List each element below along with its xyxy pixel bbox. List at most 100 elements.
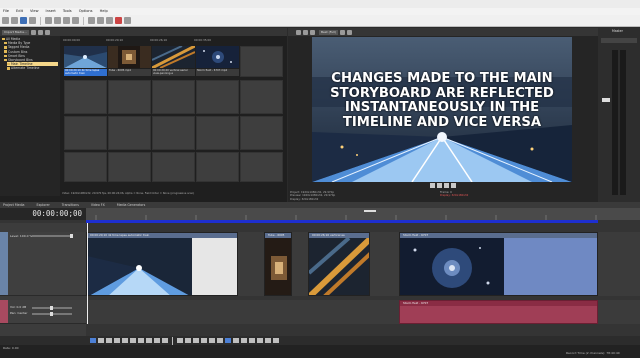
video-clip[interactable]: Tube - 6005 xyxy=(264,232,292,296)
menu-help[interactable]: Help xyxy=(100,8,108,15)
storyboard-clip[interactable]: 00:00:20;10 4k time lapse automatic trai… xyxy=(64,46,107,77)
volume-slider[interactable] xyxy=(32,306,72,310)
master-label: Master xyxy=(612,29,623,33)
timeline-ruler[interactable] xyxy=(86,208,640,220)
selection-tool-icon[interactable] xyxy=(193,338,199,343)
pan-slider[interactable] xyxy=(32,312,72,316)
loop-playback-icon[interactable] xyxy=(98,338,104,343)
undo-icon[interactable] xyxy=(88,17,95,24)
clip-title: Storm field - 6707 xyxy=(400,301,597,306)
ignore-grouping-icon[interactable] xyxy=(257,338,263,343)
paste-icon[interactable] xyxy=(63,17,70,24)
level-meter-left xyxy=(612,50,618,195)
snapping-icon[interactable] xyxy=(225,338,231,343)
stop-icon[interactable] xyxy=(444,183,449,188)
tree-item[interactable]: Alternate Timeline xyxy=(2,66,58,70)
preview-quality-select[interactable]: Best (Full) xyxy=(319,29,339,35)
marker-icon[interactable] xyxy=(265,338,271,343)
slider-knob[interactable] xyxy=(50,312,53,316)
properties-icon[interactable] xyxy=(37,29,43,35)
empty-slot xyxy=(240,80,283,114)
go-to-start-icon[interactable] xyxy=(138,338,144,343)
master-bus-panel: Master xyxy=(598,28,640,202)
storyboard-clip[interactable]: Tube - 6005.mp4 xyxy=(108,46,151,77)
preview-video: CHANGES MADE TO THE MAIN STORYBOARD ARE … xyxy=(312,37,572,182)
trim-start-icon[interactable] xyxy=(209,338,215,343)
save-icon[interactable] xyxy=(20,17,27,24)
audio-clip[interactable]: Storm field - 6707 xyxy=(399,300,598,324)
project-media-panel: Import Media... All Media Media By Type … xyxy=(0,28,287,202)
preview-info: Project: 1920x1080x32, 29.970p Preview: … xyxy=(290,190,590,201)
master-fader[interactable] xyxy=(602,98,610,102)
snapshot-icon[interactable] xyxy=(347,29,353,35)
play-from-start-icon[interactable] xyxy=(106,338,112,343)
import-media-button[interactable]: Import Media... xyxy=(2,29,29,35)
menu-tools[interactable]: Tools xyxy=(63,8,72,15)
storyboard-clip[interactable]: Storm field - 6707.mp4 xyxy=(196,46,239,77)
external-monitor-icon[interactable] xyxy=(303,29,308,35)
video-clip[interactable]: Storm field - 6707 xyxy=(399,232,598,296)
region-icon[interactable] xyxy=(273,338,279,343)
new-project-icon[interactable] xyxy=(2,17,9,24)
trim-end-icon[interactable] xyxy=(217,338,223,343)
cut-icon[interactable] xyxy=(45,17,52,24)
record-icon[interactable] xyxy=(115,17,122,24)
split-screen-icon[interactable] xyxy=(310,29,315,35)
split-icon[interactable] xyxy=(201,338,207,343)
level-slider[interactable] xyxy=(32,234,73,238)
lock-envelopes-icon[interactable] xyxy=(249,338,255,343)
storyboard-clip[interactable]: 00:00:20;20 vertical aerial view-panning… xyxy=(151,44,196,77)
menu-insert[interactable]: Insert xyxy=(46,8,56,15)
empty-slot xyxy=(108,116,151,150)
menu-file[interactable]: File xyxy=(3,8,9,15)
menu-view[interactable]: View xyxy=(30,8,39,15)
clip-thumbnail xyxy=(108,46,151,68)
pause-icon[interactable] xyxy=(437,183,442,188)
playhead-cursor[interactable] xyxy=(87,223,88,324)
play-icon[interactable] xyxy=(430,183,435,188)
record-icon[interactable] xyxy=(90,338,96,343)
time-display: 00:00:00;00 xyxy=(0,208,86,220)
video-clip[interactable]: 00:00:20;10 4k time lapse automatic trai… xyxy=(86,232,238,296)
slider-knob[interactable] xyxy=(70,234,73,238)
prev-frame-icon[interactable] xyxy=(154,338,160,343)
envelope-tool-icon[interactable] xyxy=(185,338,191,343)
go-to-end-icon[interactable] xyxy=(146,338,152,343)
delete-icon[interactable] xyxy=(72,17,79,24)
empty-slot xyxy=(240,116,283,150)
pause-icon[interactable] xyxy=(122,338,128,343)
loop-icon[interactable] xyxy=(451,183,456,188)
ripple-edit-icon[interactable] xyxy=(241,338,247,343)
overlays-icon[interactable] xyxy=(340,29,346,35)
menu-options[interactable]: Options xyxy=(79,8,93,15)
preview-transport xyxy=(288,183,598,189)
open-icon[interactable] xyxy=(11,17,18,24)
views-icon[interactable] xyxy=(30,29,36,35)
next-frame-icon[interactable] xyxy=(162,338,168,343)
normal-edit-tool-icon[interactable] xyxy=(106,17,113,24)
play-icon[interactable] xyxy=(114,338,120,343)
timecode: 00:00:35;00 xyxy=(194,38,212,42)
slider-knob[interactable] xyxy=(50,306,53,310)
track-headers: Level: 100.0 % Vol: 0.0 dB Pan: Center xyxy=(0,223,86,336)
timeline-panel: 00:00:00;00 Level: 100.0 % Vol: 0.0 dB P… xyxy=(0,208,640,336)
menu-edit[interactable]: Edit xyxy=(16,8,23,15)
stop-icon[interactable] xyxy=(130,338,136,343)
help-icon[interactable] xyxy=(124,17,131,24)
render-icon[interactable] xyxy=(29,17,36,24)
auto-crossfade-icon[interactable] xyxy=(233,338,239,343)
add-bin-icon[interactable] xyxy=(44,29,50,35)
toolbar-divider xyxy=(83,16,84,25)
storyboard-grid: 00:00:00;00 00:00:20;10 00:00:26;16 00:0… xyxy=(62,36,286,184)
ruler-ticks xyxy=(95,210,597,220)
redo-icon[interactable] xyxy=(97,17,104,24)
display-info: Display: 320x180x32 xyxy=(290,196,319,201)
tracks-area: 00:00:20;10 4k time lapse automatic trai… xyxy=(86,223,640,336)
track-number xyxy=(0,300,8,323)
settings-icon[interactable] xyxy=(296,29,301,35)
video-clip[interactable]: 00:00:26;16 vertical ae xyxy=(308,232,370,296)
normal-edit-tool-icon[interactable] xyxy=(177,338,183,343)
media-status-text: Video: 1920x1080x32, 29.970 fps, 00:00:2… xyxy=(62,192,195,195)
copy-icon[interactable] xyxy=(54,17,61,24)
video-preview-panel: Best (Full) CHANGES MADE TO THE MAIN STO… xyxy=(288,28,598,202)
